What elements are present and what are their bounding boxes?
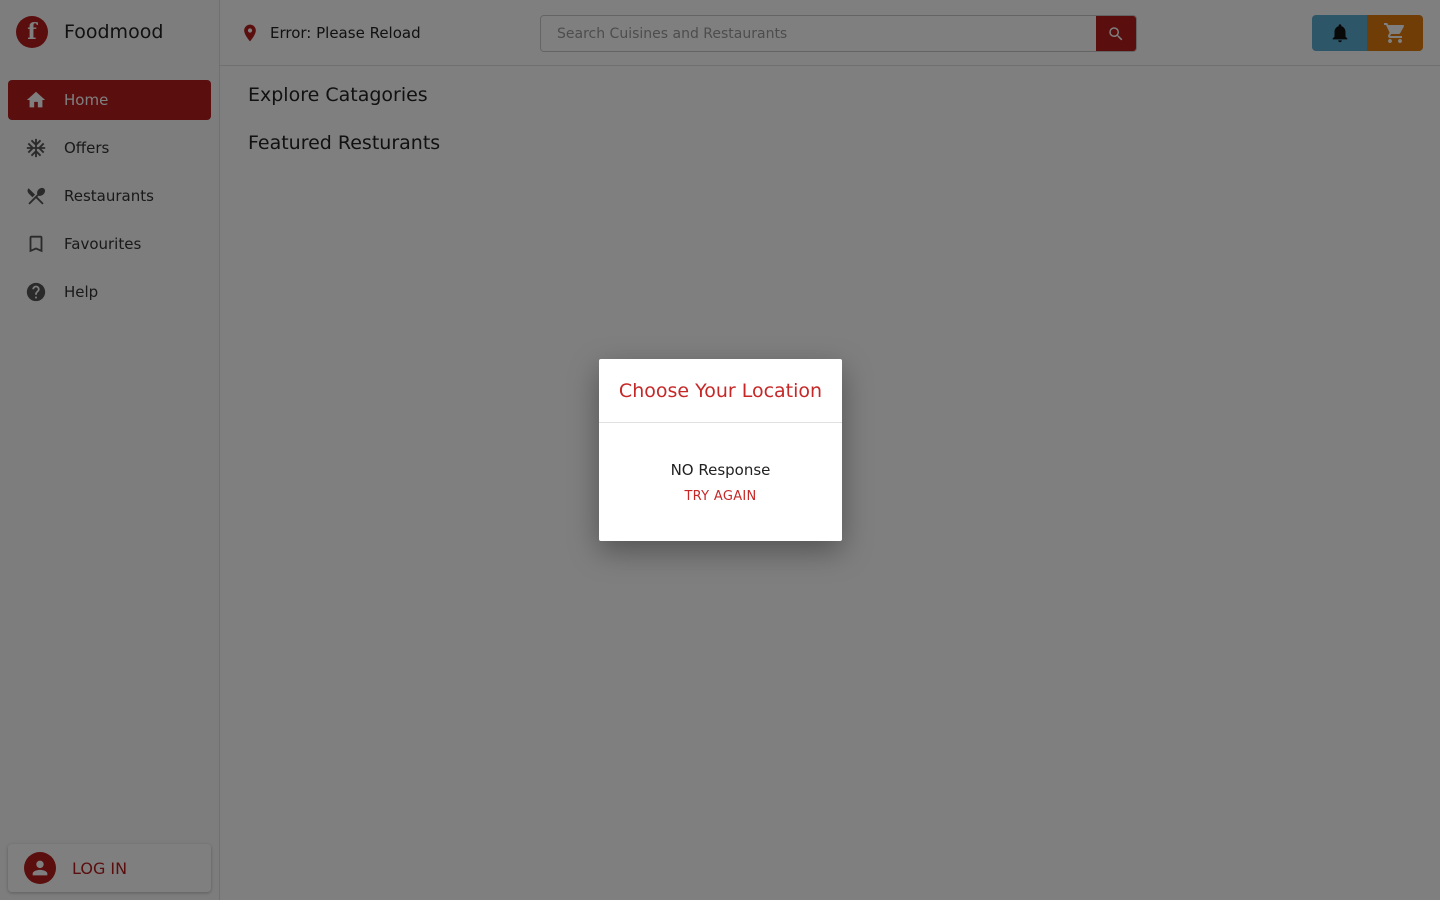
dialog-title: Choose Your Location [599, 359, 842, 423]
location-dialog: Choose Your Location NO Response TRY AGA… [599, 359, 842, 541]
dialog-body: NO Response TRY AGAIN [599, 423, 842, 504]
dialog-message: NO Response [670, 461, 771, 479]
try-again-button[interactable]: TRY AGAIN [684, 489, 756, 504]
